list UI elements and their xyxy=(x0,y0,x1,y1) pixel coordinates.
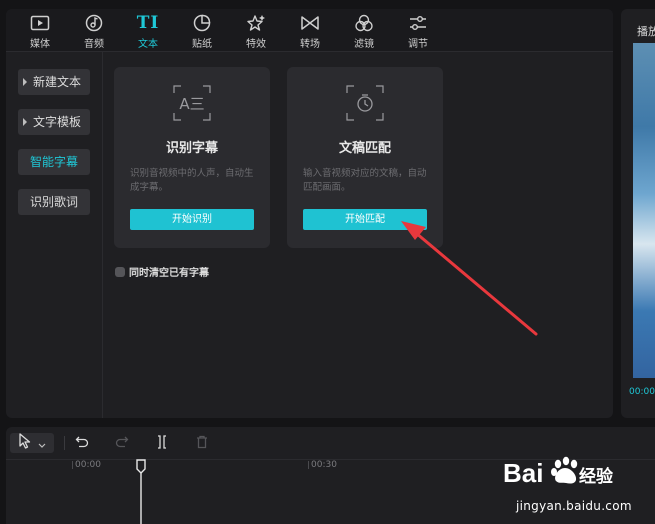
sidebar-item-text-template[interactable]: 文字模板 xyxy=(18,109,90,135)
delete-button[interactable] xyxy=(192,433,212,453)
ruler-tick xyxy=(72,461,73,469)
split-button[interactable] xyxy=(152,433,172,453)
sticker-icon xyxy=(193,12,211,34)
adjust-icon xyxy=(408,12,428,34)
cursor-icon xyxy=(18,433,32,453)
script-match-card: 文稿匹配 输入音视频对应的文稿，自动匹配画面。 开始匹配 xyxy=(287,67,443,248)
start-match-button[interactable]: 开始匹配 xyxy=(303,209,427,230)
checkbox[interactable] xyxy=(115,266,125,277)
divider xyxy=(64,436,65,450)
card-title: 识别字幕 xyxy=(165,141,218,156)
svg-text:Bai: Bai xyxy=(503,458,543,488)
recognize-subtitle-card: A三 识别字幕 识别音视频中的人声，自动生成字幕。 开始识别 xyxy=(114,67,270,248)
current-time: 00:00 xyxy=(629,387,655,397)
sidebar-item-smart-subtitle[interactable]: 智能字幕 xyxy=(18,149,90,175)
watermark-url: jingyan.baidu.com xyxy=(516,499,632,513)
clear-existing-subtitles-option[interactable]: 同时清空已有字幕 xyxy=(115,264,209,279)
split-icon xyxy=(155,434,169,453)
redo-button[interactable] xyxy=(112,433,132,453)
player-title: 播放器 xyxy=(637,25,655,38)
card-description: 识别音视频中的人声，自动生成字幕。 xyxy=(130,168,254,193)
sidebar-item-lyrics[interactable]: 识别歌词 xyxy=(18,189,90,215)
text-icon: TI xyxy=(136,13,160,33)
svg-text:经验: 经验 xyxy=(579,466,614,487)
trash-icon xyxy=(195,434,209,453)
tab-text[interactable]: TI 文本 xyxy=(122,9,174,51)
tab-transition[interactable]: 转场 xyxy=(284,9,336,51)
asset-toolbar: 媒体 音频 TI 文本 贴纸 特效 转场 滤镜 调节 xyxy=(6,9,613,52)
tab-sticker[interactable]: 贴纸 xyxy=(176,9,228,51)
video-preview[interactable] xyxy=(633,43,655,378)
select-tool-button[interactable] xyxy=(10,433,54,453)
ruler-label: 00:00 xyxy=(75,460,101,470)
filter-icon xyxy=(354,12,374,34)
undo-button[interactable] xyxy=(72,433,92,453)
card-description: 输入音视频对应的文稿，自动匹配画面。 xyxy=(303,168,427,193)
ruler-label: 00:30 xyxy=(311,460,337,470)
tab-audio[interactable]: 音频 xyxy=(68,9,120,51)
sidebar-item-new-text[interactable]: 新建文本 xyxy=(18,69,90,95)
svg-text:A三: A三 xyxy=(179,95,204,113)
player-panel: 播放器 00:00 xyxy=(621,9,655,418)
tab-effects[interactable]: 特效 xyxy=(230,9,282,51)
watermark-logo: Bai 经验 xyxy=(503,450,621,500)
card-title: 文稿匹配 xyxy=(338,141,391,156)
transition-icon xyxy=(300,12,320,34)
tab-media[interactable]: 媒体 xyxy=(14,9,66,51)
tab-filter[interactable]: 滤镜 xyxy=(338,9,390,51)
chevron-down-icon xyxy=(38,434,46,453)
caret-right-icon xyxy=(23,78,27,86)
tab-adjust[interactable]: 调节 xyxy=(392,9,444,51)
effects-icon xyxy=(246,12,266,34)
caret-right-icon xyxy=(23,118,27,126)
ruler-tick xyxy=(308,461,309,469)
audio-icon xyxy=(85,12,103,34)
playhead[interactable] xyxy=(135,459,147,524)
text-sidebar: 新建文本 文字模板 智能字幕 识别歌词 xyxy=(6,52,103,418)
undo-icon xyxy=(75,434,89,453)
media-icon xyxy=(30,12,50,34)
subtitle-recognize-icon: A三 xyxy=(170,83,214,123)
media-panel: 媒体 音频 TI 文本 贴纸 特效 转场 滤镜 调节 新建文本 文字模板 智能字… xyxy=(6,9,613,418)
script-match-icon xyxy=(343,83,387,123)
redo-icon xyxy=(115,434,129,453)
start-recognize-button[interactable]: 开始识别 xyxy=(130,209,254,230)
